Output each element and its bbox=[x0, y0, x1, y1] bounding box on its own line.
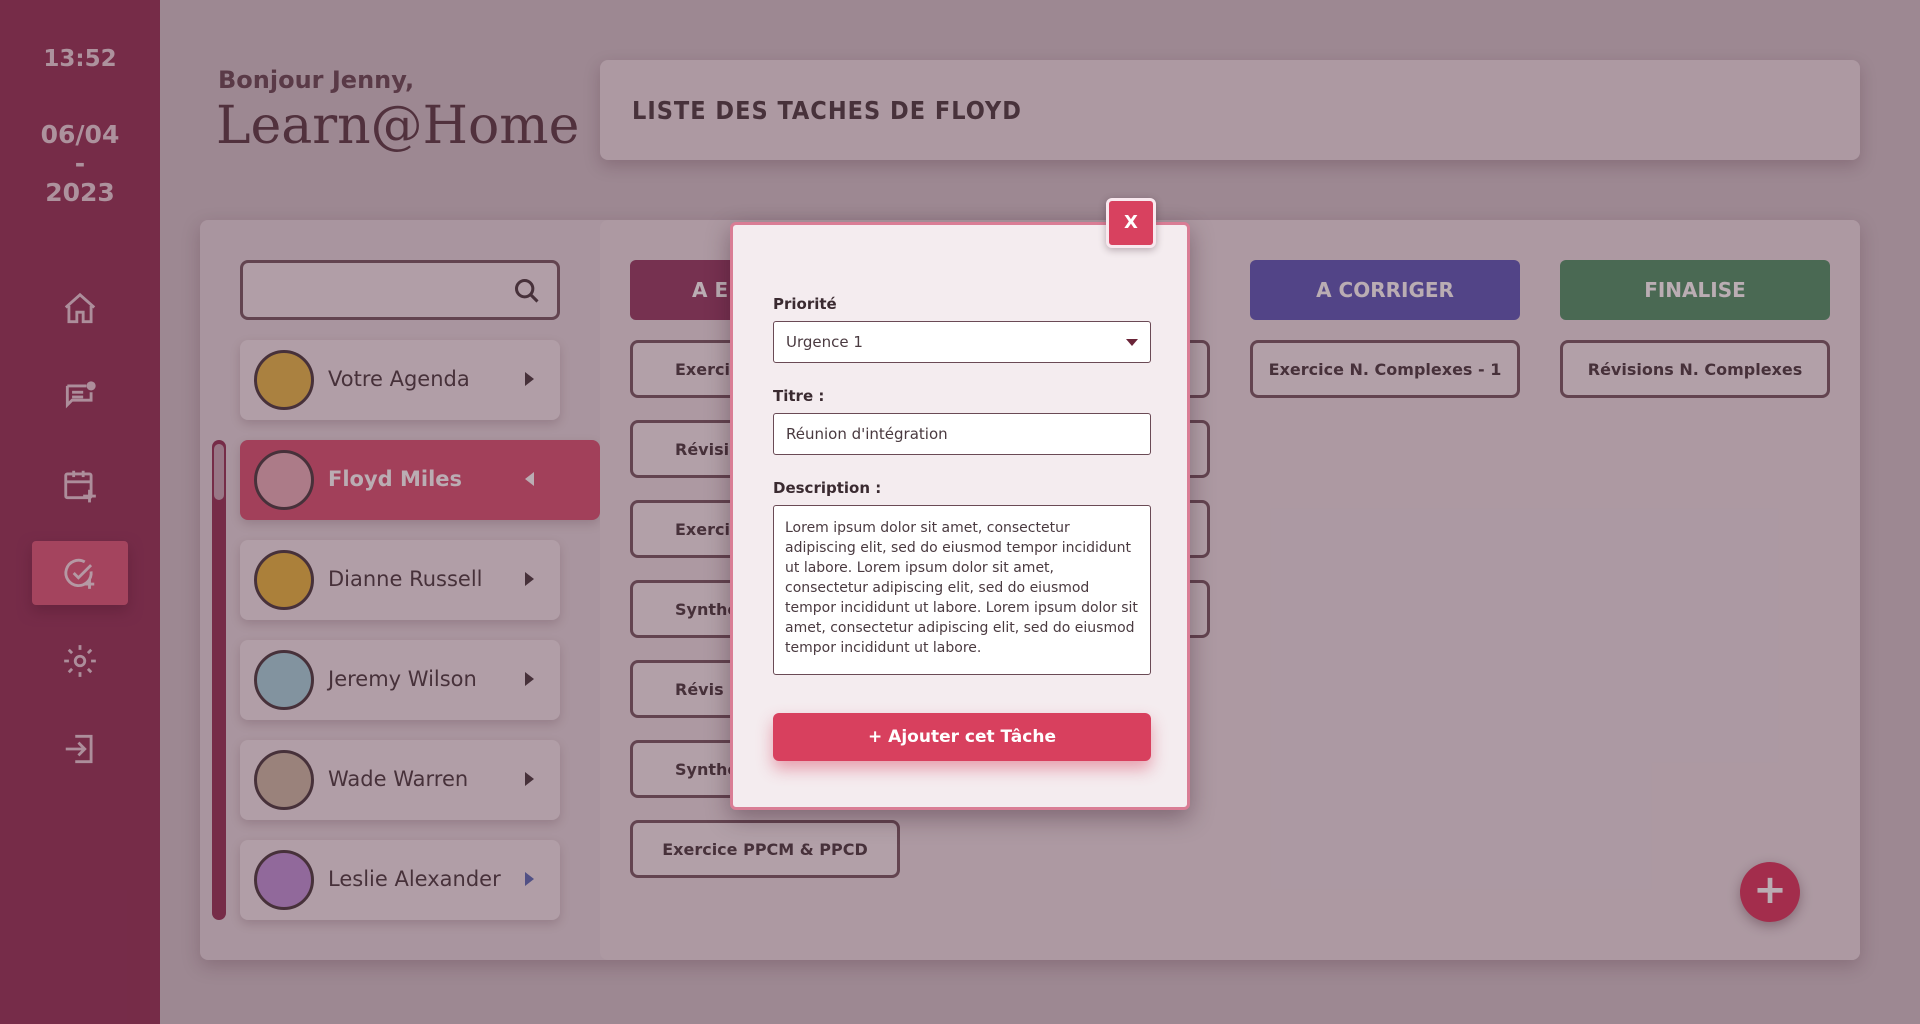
title-label: Titre : bbox=[773, 387, 825, 405]
priority-select[interactable]: Urgence 1 bbox=[773, 321, 1151, 363]
priority-label: Priorité bbox=[773, 295, 837, 313]
add-task-modal: Priorité Urgence 1 Titre : Réunion d'int… bbox=[730, 222, 1190, 810]
description-label: Description : bbox=[773, 479, 882, 497]
description-textarea[interactable]: Lorem ipsum dolor sit amet, consectetur … bbox=[773, 505, 1151, 675]
add-task-button[interactable]: + Ajouter cet Tâche bbox=[773, 713, 1151, 761]
title-input[interactable]: Réunion d'intégration bbox=[773, 413, 1151, 455]
close-button[interactable]: X bbox=[1106, 198, 1156, 248]
priority-value: Urgence 1 bbox=[786, 333, 863, 351]
caret-down-icon bbox=[1126, 339, 1138, 346]
